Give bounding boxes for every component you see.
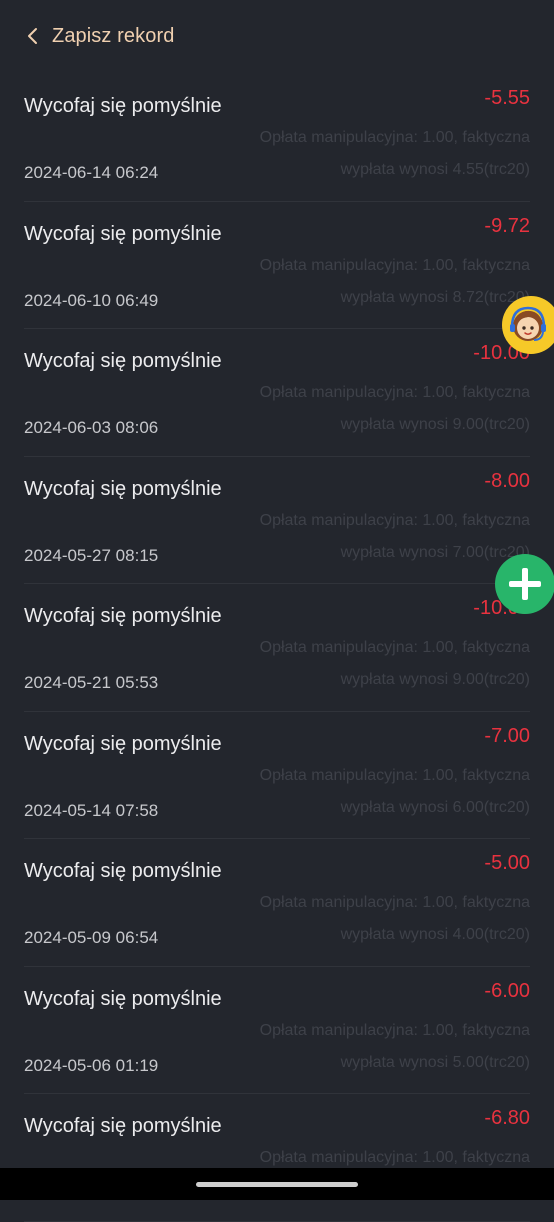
record-detail: Opłata manipulacyjna: 1.00, faktyczna wy… bbox=[259, 894, 530, 943]
record-item[interactable]: Wycofaj się pomyślnie 2024-05-06 01:19 -… bbox=[24, 967, 530, 1094]
record-amount: -5.55 bbox=[484, 87, 530, 109]
record-detail: Opłata manipulacyjna: 1.00, faktyczna wy… bbox=[259, 639, 530, 688]
record-amount: -6.00 bbox=[484, 979, 530, 1002]
record-status: Wycofaj się pomyślnie bbox=[24, 350, 222, 372]
home-indicator[interactable] bbox=[196, 1182, 358, 1187]
record-detail: Opłata manipulacyjna: 1.00, faktyczna wy… bbox=[259, 384, 530, 433]
record-item[interactable]: Wycofaj się pomyślnie 2024-05-27 08:15 -… bbox=[24, 457, 530, 584]
add-button[interactable] bbox=[495, 554, 554, 614]
record-item[interactable]: Wycofaj się pomyślnie 2024-06-10 06:49 -… bbox=[24, 202, 530, 329]
system-navigation-bar bbox=[0, 1168, 554, 1200]
record-status: Wycofaj się pomyślnie bbox=[24, 860, 222, 882]
record-date: 2024-05-06 01:19 bbox=[24, 1055, 159, 1075]
chevron-left-icon[interactable] bbox=[24, 27, 42, 45]
record-item[interactable]: Wycofaj się pomyślnie -6.80 Opłata manip… bbox=[24, 1094, 530, 1222]
customer-support-button[interactable] bbox=[502, 296, 554, 354]
record-amount: -7.00 bbox=[484, 724, 530, 747]
record-item[interactable]: Wycofaj się pomyślnie 2024-05-09 06:54 -… bbox=[24, 839, 530, 967]
record-detail: Opłata manipulacyjna: 1.00, faktyczna wy… bbox=[259, 511, 530, 561]
record-amount: -8.00 bbox=[484, 469, 530, 492]
record-item[interactable]: Wycofaj się pomyślnie 2024-05-21 05:53 -… bbox=[24, 584, 530, 712]
record-amount: -5.00 bbox=[484, 852, 530, 874]
plus-icon bbox=[509, 568, 541, 600]
record-date: 2024-05-21 05:53 bbox=[24, 673, 159, 692]
record-detail: Opłata manipulacyjna: 1.00, faktyczna wy… bbox=[259, 766, 530, 816]
record-status: Wycofaj się pomyślnie bbox=[24, 605, 222, 627]
record-item[interactable]: Wycofaj się pomyślnie 2024-05-14 07:58 -… bbox=[24, 712, 530, 839]
record-amount: -6.80 bbox=[484, 1107, 530, 1129]
record-date: 2024-06-03 08:06 bbox=[24, 418, 159, 437]
record-status: Wycofaj się pomyślnie bbox=[24, 1115, 222, 1137]
record-date: 2024-06-10 06:49 bbox=[24, 290, 159, 310]
record-detail: Opłata manipulacyjna: 1.00, faktyczna wy… bbox=[259, 256, 530, 306]
record-detail: Opłata manipulacyjna: 1.00, faktyczna wy… bbox=[259, 129, 530, 178]
record-date: 2024-05-09 06:54 bbox=[24, 928, 159, 947]
record-status: Wycofaj się pomyślnie bbox=[24, 477, 222, 500]
record-status: Wycofaj się pomyślnie bbox=[24, 222, 222, 245]
record-status: Wycofaj się pomyślnie bbox=[24, 987, 222, 1010]
withdrawal-record-list: Wycofaj się pomyślnie 2024-06-14 06:24 -… bbox=[0, 74, 554, 1222]
record-amount: -9.72 bbox=[484, 214, 530, 237]
back-button[interactable]: Zapisz rekord bbox=[24, 25, 174, 48]
page-title: Zapisz rekord bbox=[52, 24, 175, 47]
record-status: Wycofaj się pomyślnie bbox=[24, 95, 222, 117]
app-header: Zapisz rekord bbox=[0, 0, 554, 72]
record-item[interactable]: Wycofaj się pomyślnie 2024-06-03 08:06 -… bbox=[24, 329, 530, 457]
record-date: 2024-05-14 07:58 bbox=[24, 800, 159, 820]
record-date: 2024-05-27 08:15 bbox=[24, 545, 159, 565]
record-status: Wycofaj się pomyślnie bbox=[24, 732, 222, 755]
customer-support-icon bbox=[510, 306, 546, 341]
record-item[interactable]: Wycofaj się pomyślnie 2024-06-14 06:24 -… bbox=[24, 74, 530, 202]
record-detail: Opłata manipulacyjna: 1.00, faktyczna wy… bbox=[259, 1021, 530, 1071]
record-date: 2024-06-14 06:24 bbox=[24, 163, 159, 182]
